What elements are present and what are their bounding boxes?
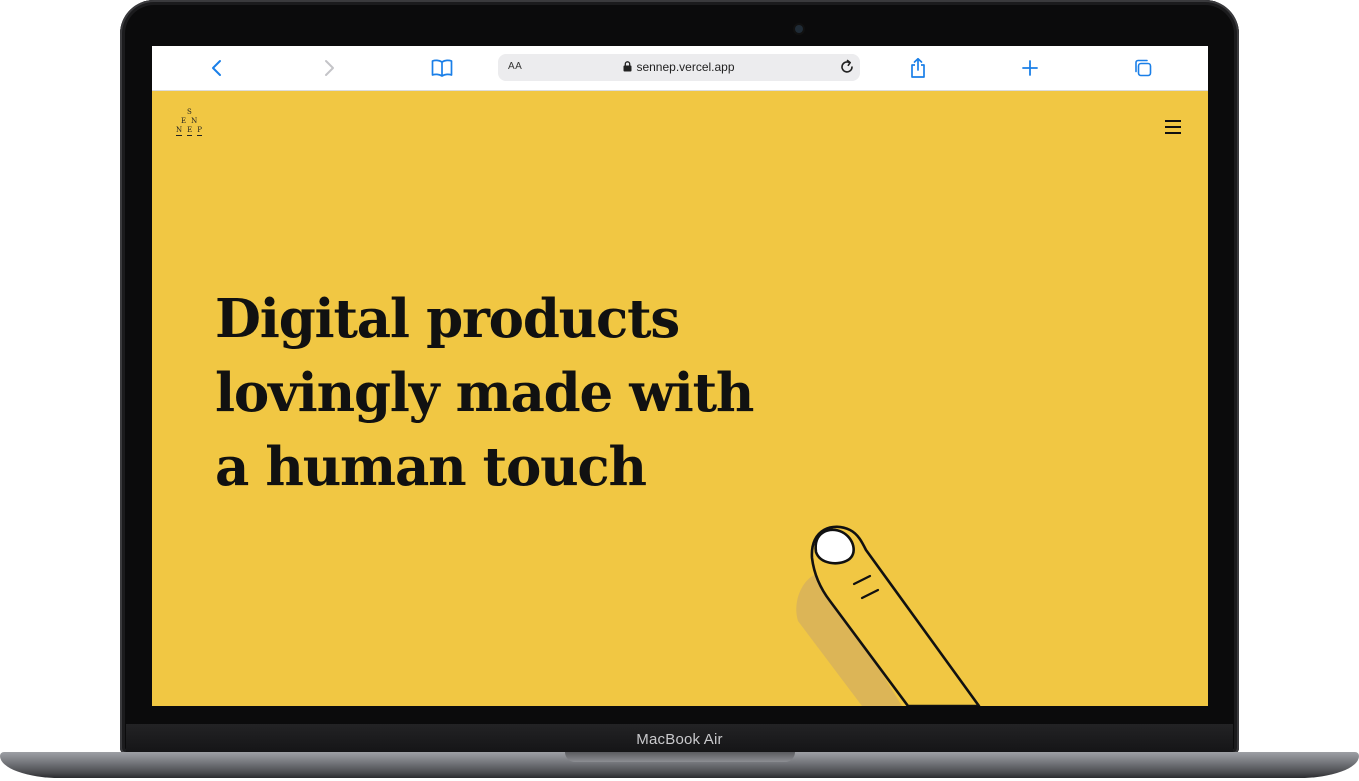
address-bar[interactable]: AA sennep.vercel.app: [498, 54, 860, 81]
headline-line: lovingly made with: [215, 362, 754, 424]
logo-letter: S: [187, 108, 192, 116]
logo-letter: P: [197, 126, 202, 136]
logo-letter: N: [176, 126, 183, 136]
browser-toolbar: AA sennep.vercel.app: [152, 46, 1208, 91]
bookmarks-button[interactable]: [430, 56, 454, 80]
bookmarks-icon: [431, 59, 453, 77]
back-button[interactable]: [205, 56, 229, 80]
lock-icon: [623, 61, 632, 72]
forward-button[interactable]: [317, 56, 341, 80]
logo-letter: N: [191, 117, 198, 125]
back-icon: [212, 60, 221, 76]
logo-letter: E: [187, 126, 193, 136]
hamburger-icon-line: [1165, 132, 1181, 134]
sennep-logo[interactable]: S EN NEP: [176, 108, 210, 136]
reload-icon[interactable]: [838, 58, 856, 76]
new-tab-button[interactable]: [1018, 56, 1042, 80]
hamburger-icon: [1165, 120, 1181, 122]
headline-line: Digital products: [215, 288, 680, 350]
camera-icon: [795, 25, 803, 33]
tabs-icon: [1135, 59, 1152, 77]
laptop-notch: [565, 752, 795, 762]
headline-line: a human touch: [215, 436, 647, 498]
hamburger-icon-line: [1165, 126, 1181, 128]
logo-letter: E: [181, 117, 187, 125]
hero-headline: Digital products lovingly made with a hu…: [215, 282, 775, 504]
finger-touch-illustration: [796, 525, 981, 706]
forward-icon: [325, 60, 334, 76]
share-button[interactable]: [906, 56, 930, 80]
laptop-chin: MacBook Air: [126, 724, 1233, 754]
new-tab-icon: [1022, 60, 1038, 76]
menu-button[interactable]: [1165, 120, 1181, 134]
tabs-button[interactable]: [1131, 56, 1155, 80]
share-icon: [911, 57, 925, 78]
browser-window: AA sennep.vercel.app S EN NEP Digital pr…: [152, 46, 1208, 706]
url-text: sennep.vercel.app: [636, 60, 735, 74]
device-label: MacBook Air: [636, 731, 723, 748]
